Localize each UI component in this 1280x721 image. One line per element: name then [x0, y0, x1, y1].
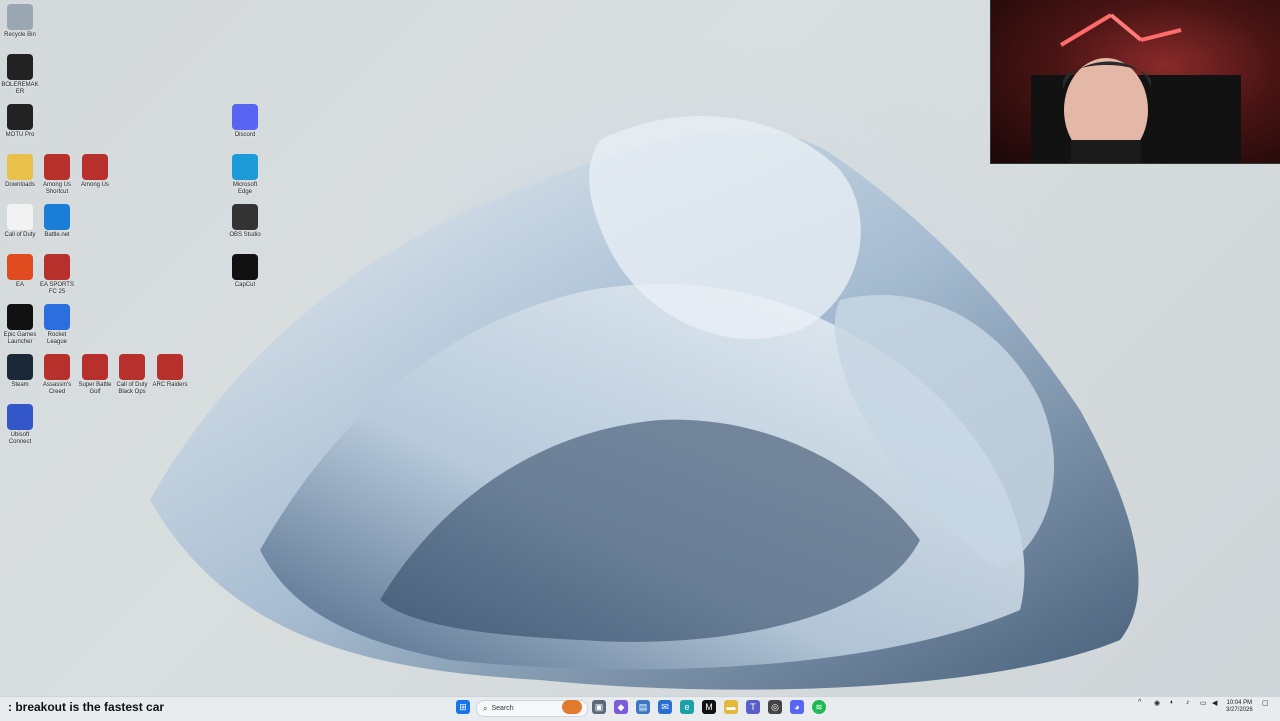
webcam-scene — [1031, 13, 1241, 163]
battlenet-icon — [44, 204, 70, 230]
tray-app2-icon[interactable]: ◐ — [1170, 699, 1174, 706]
search-label: Search — [491, 705, 514, 712]
desktop-icon-label: Recycle Bin — [4, 32, 36, 38]
desktop-icon-label: MOTU Pro — [5, 132, 35, 138]
desktop-icon[interactable]: Among Us — [75, 154, 115, 189]
game-icon — [82, 354, 108, 380]
capcut-icon — [232, 254, 258, 280]
desktop-icon[interactable]: CapCut — [225, 254, 265, 289]
desktop-icon-label: EA — [15, 282, 24, 288]
game-icon — [82, 154, 108, 180]
webcam-overlay — [990, 0, 1280, 164]
desktop-icon-label: Discord — [234, 132, 256, 138]
desktop-icon[interactable]: MOTU Pro — [0, 104, 40, 139]
edge-taskbar-icon[interactable]: e — [680, 700, 694, 714]
microphone-icon[interactable]: ♪ — [1186, 699, 1190, 706]
ea-icon — [7, 254, 33, 280]
store-icon[interactable]: ▤ — [636, 700, 650, 714]
rocket-league-icon — [44, 304, 70, 330]
desktop-icon[interactable]: Rocket League — [37, 304, 77, 346]
epic-icon — [7, 304, 33, 330]
desktop-icon[interactable]: Discord — [225, 104, 265, 139]
caption-text: : breakout is the fastest car — [8, 700, 165, 714]
discord-icon — [232, 104, 258, 130]
game-icon — [157, 354, 183, 380]
desktop-icon-label: Call of Duty Black Ops — [116, 382, 148, 395]
recycle-bin-icon — [7, 4, 33, 30]
motu-taskbar-icon[interactable]: M — [702, 700, 716, 714]
notification-icon[interactable]: ▢ — [1262, 699, 1269, 707]
desktop-icon[interactable]: Call of Duty — [0, 204, 40, 239]
desktop-icon-label: BOLEREMAKER — [1, 82, 39, 95]
desktop-icon-label: Epic Games Launcher — [3, 332, 37, 345]
tray-app-icon[interactable]: ◉ — [1154, 699, 1160, 707]
obs-icon — [232, 204, 258, 230]
teams-icon[interactable]: T — [746, 700, 760, 714]
app-icon — [7, 104, 33, 130]
game-icon — [44, 354, 70, 380]
desktop-icon[interactable]: BOLEREMAKER — [0, 54, 40, 96]
desktop-icon-label: ARC Raiders — [152, 382, 188, 388]
chat-caption: : breakout is the fastest car — [8, 700, 164, 714]
game-icon — [44, 154, 70, 180]
folder-icon — [7, 154, 33, 180]
desktop-icon[interactable]: Among Us Shortcut — [37, 154, 77, 196]
desktop-icon[interactable]: Downloads — [0, 154, 40, 189]
desktop-icon[interactable]: Assassin's Creed — [37, 354, 77, 396]
desktop-icon[interactable]: EA SPORTS FC 25 — [37, 254, 77, 296]
desktop-icon[interactable]: Super Battle Golf — [75, 354, 115, 396]
desktop-icon-label: Ubisoft Connect — [8, 432, 32, 445]
desktop-icon-label: Battle.net — [44, 232, 70, 238]
desktop-icon-label: Call of Duty — [4, 232, 36, 238]
copilot-icon[interactable]: ◆ — [614, 700, 628, 714]
desktop-icon[interactable]: EA — [0, 254, 40, 289]
desktop-icon[interactable]: Call of Duty Black Ops — [112, 354, 152, 396]
game-icon — [44, 254, 70, 280]
desktop-icon[interactable]: OBS Studio — [225, 204, 265, 239]
app-icon — [7, 54, 33, 80]
desktop-icon[interactable]: Ubisoft Connect — [0, 404, 40, 446]
edge-icon — [232, 154, 258, 180]
task-view-icon[interactable]: ▣ — [592, 700, 606, 714]
game-icon — [119, 354, 145, 380]
steam-icon — [7, 354, 33, 380]
search-icon: ⌕ — [483, 703, 488, 713]
desktop-icon-label: Downloads — [5, 182, 35, 188]
desktop-icon[interactable]: Epic Games Launcher — [0, 304, 40, 346]
desktop-icon-label: Steam — [11, 382, 29, 388]
desktop-icon-label: Among Us Shortcut — [42, 182, 71, 195]
desktop-icon-label: OBS Studio — [229, 232, 261, 238]
clock[interactable]: 10:04 PM 3/27/2026 — [1226, 700, 1253, 714]
start-icon[interactable]: ⊞ — [456, 700, 470, 714]
desktop-icon-label: CapCut — [234, 282, 256, 288]
mail-icon[interactable]: ✉ — [658, 700, 672, 714]
spotify-icon[interactable]: ≋ — [812, 700, 826, 714]
volume-icon[interactable]: ◀ — [1212, 699, 1217, 707]
search-highlight-icon[interactable] — [562, 700, 582, 714]
desktop-icon[interactable]: Microsoft Edge — [225, 154, 265, 196]
network-icon[interactable]: ▭ — [1200, 699, 1207, 707]
ubisoft-icon — [7, 404, 33, 430]
desktop-icon-label: Rocket League — [46, 332, 68, 345]
desktop-icon-label: Assassin's Creed — [42, 382, 72, 395]
file-icon — [7, 204, 33, 230]
clock-date: 3/27/2026 — [1226, 707, 1253, 713]
desktop-icon[interactable]: Battle.net — [37, 204, 77, 239]
desktop-icon-label: Microsoft Edge — [232, 182, 258, 195]
desktop-icon-label: EA SPORTS FC 25 — [40, 282, 74, 295]
desktop-icon-label: Among Us — [80, 182, 109, 188]
wallpaper-bloom — [150, 116, 1139, 690]
obs-taskbar-icon[interactable]: ◎ — [768, 700, 782, 714]
desktop-icon-label: Super Battle Golf — [78, 382, 112, 395]
file-explorer-icon[interactable]: ▬ — [724, 700, 738, 714]
desktop-icon[interactable]: Steam — [0, 354, 40, 389]
tray-chevron-icon[interactable]: ^ — [1138, 699, 1141, 706]
discord-taskbar-icon[interactable]: ◕ — [790, 700, 804, 714]
desktop-icon[interactable]: Recycle Bin — [0, 4, 40, 39]
desktop-icon[interactable]: ARC Raiders — [150, 354, 190, 389]
clock-time: 10:04 PM — [1226, 700, 1253, 706]
